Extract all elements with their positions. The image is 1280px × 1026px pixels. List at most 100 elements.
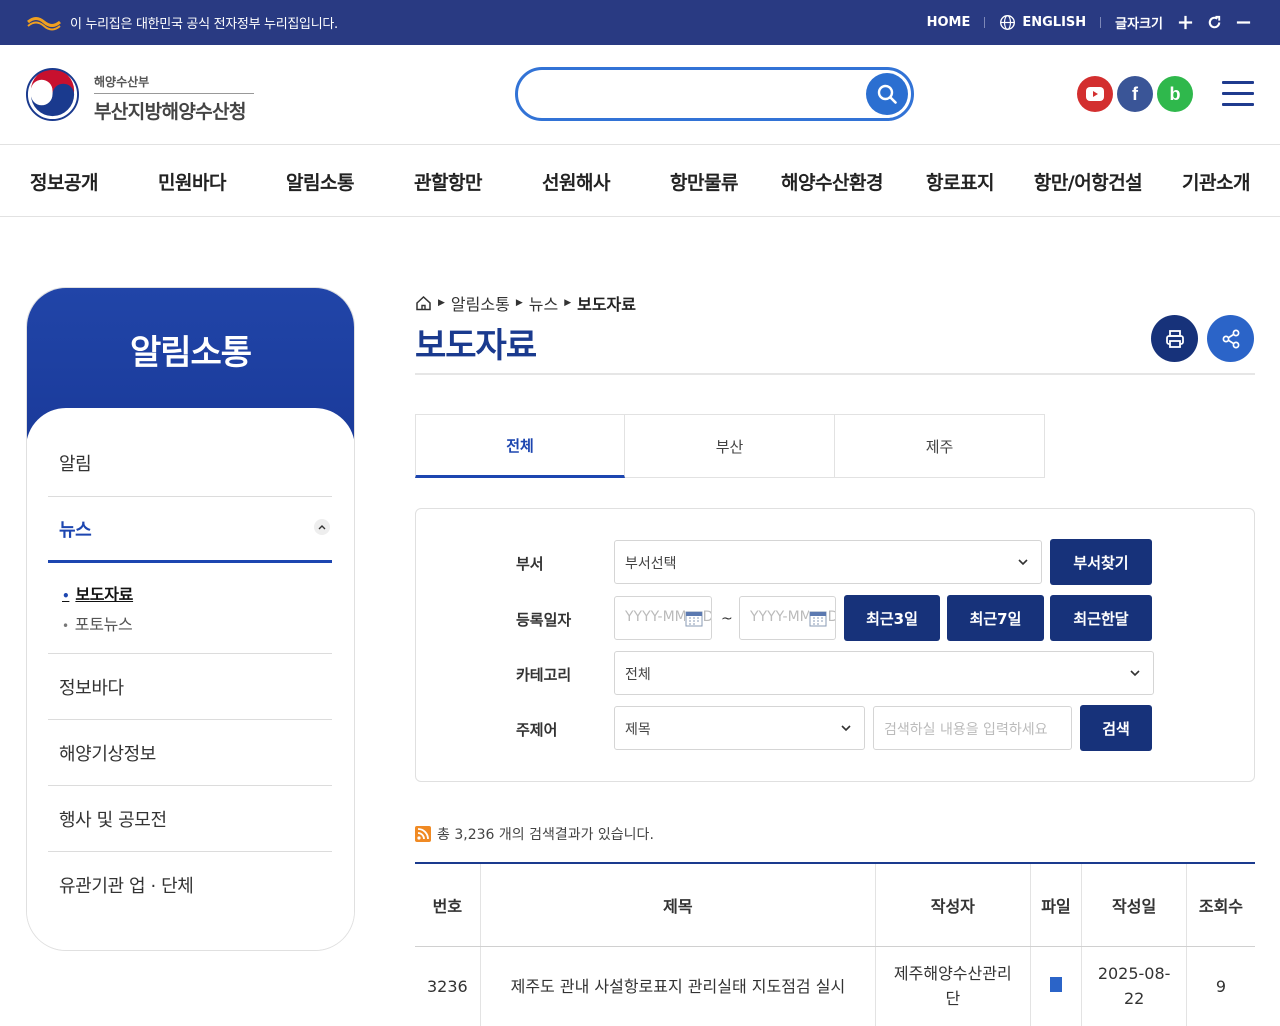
facebook-icon[interactable]: f xyxy=(1117,76,1153,112)
side-nav-item[interactable]: 유관기관 업 · 단체 xyxy=(48,872,332,918)
side-subnav-item[interactable]: • 보도자료 xyxy=(62,581,133,605)
column-header: 작성자 xyxy=(875,862,1031,947)
side-subnav-label: 보도자료 xyxy=(75,585,134,604)
site-search-input[interactable] xyxy=(515,67,914,121)
globe-icon xyxy=(1000,15,1016,30)
english-link[interactable]: ENGLISH xyxy=(1022,15,1086,30)
category-select[interactable]: 전체 xyxy=(614,651,1154,695)
divider xyxy=(1100,17,1102,28)
reset-icon[interactable] xyxy=(1206,14,1223,31)
dept-select[interactable]: 부서선택 xyxy=(614,540,1042,584)
hamburger-menu-icon[interactable] xyxy=(1222,81,1254,107)
side-nav-item[interactable]: 알림 xyxy=(48,450,332,497)
blog-icon[interactable]: b xyxy=(1157,76,1193,112)
row-date: 2025-08-22 xyxy=(1081,946,1187,1026)
keyword-field-value: 제목 xyxy=(625,722,651,738)
row-views: 9 xyxy=(1215,976,1227,996)
breadcrumb-arrow-icon: ▶ xyxy=(515,298,523,308)
end-date-input[interactable]: YYYY-MM-DD xyxy=(739,596,836,640)
taegeuk-logo-icon[interactable] xyxy=(25,67,80,122)
divider xyxy=(984,17,986,28)
breadcrumb-item[interactable]: 알림소통 xyxy=(451,291,510,315)
utility-menu: HOME ENGLISH 글자크기 xyxy=(927,0,1252,45)
gnb-item[interactable]: 항만/어항건설 xyxy=(1034,168,1143,195)
column-header: 파일 xyxy=(1030,862,1083,947)
gnb-item[interactable]: 해양수산환경 xyxy=(781,168,883,195)
side-nav-body: 알림 뉴스 • 보도자료 • 포토뉴스 정보바다 해양기상정보 행사 및 공모전 유… xyxy=(27,408,354,950)
gnb-item[interactable]: 항만물류 xyxy=(670,168,738,195)
divider xyxy=(48,653,332,654)
attachment-icon[interactable] xyxy=(1049,976,1062,992)
dept-select-value: 부서선택 xyxy=(625,556,677,572)
share-icon xyxy=(1222,329,1239,348)
breadcrumb-arrow-icon: ▶ xyxy=(564,298,572,308)
tab-all[interactable]: 전체 xyxy=(415,414,625,478)
gnb-item[interactable]: 정보공개 xyxy=(30,168,98,195)
main-navigation: 정보공개 민원바다 알림소통 관할항만 선원해사 항만물류 해양수산환경 항로표… xyxy=(0,146,1280,217)
tab-jeju[interactable]: 제주 xyxy=(835,414,1045,478)
divider xyxy=(415,373,1255,375)
recent-3days-button[interactable]: 최근3일 xyxy=(844,595,940,641)
side-nav-item[interactable]: 정보바다 xyxy=(48,674,332,720)
print-button[interactable] xyxy=(1151,315,1198,362)
calendar-icon[interactable] xyxy=(685,609,703,627)
side-subnav-item[interactable]: • 포토뉴스 xyxy=(62,611,133,635)
dept-label: 부서 xyxy=(516,555,544,573)
gnb-item[interactable]: 알림소통 xyxy=(286,168,354,195)
font-size-controls xyxy=(1177,14,1252,31)
gnb-item[interactable]: 기관소개 xyxy=(1182,168,1250,195)
recent-month-button[interactable]: 최근한달 xyxy=(1050,595,1152,641)
press-release-table: 번호 제목 작성자 파일 작성일 조회수 3236 제주도 관내 사설항로표지 … xyxy=(415,862,1255,1026)
row-title-link[interactable]: 제주도 관내 사설항로표지 관리실태 지도점검 실시 xyxy=(480,946,877,1026)
font-size-label: 글자크기 xyxy=(1115,17,1163,32)
calendar-icon[interactable] xyxy=(809,609,827,627)
chevron-up-icon[interactable] xyxy=(314,519,330,535)
table-row[interactable]: 3236 제주도 관내 사설항로표지 관리실태 지도점검 실시 제주해양수산관리… xyxy=(415,946,1255,1026)
keyword-input[interactable]: 검색하실 내용을 입력하세요 xyxy=(873,706,1072,750)
plus-icon[interactable] xyxy=(1177,14,1194,31)
gov-emblem-icon xyxy=(27,17,61,31)
printer-icon xyxy=(1165,329,1184,348)
social-links: f b xyxy=(1077,76,1193,112)
date-range-separator: ~ xyxy=(721,611,733,627)
result-count: 총 3,236 개의 검색결과가 있습니다. xyxy=(415,824,654,844)
search-button[interactable] xyxy=(866,73,908,115)
category-select-value: 전체 xyxy=(625,667,651,683)
gnb-item[interactable]: 관할항만 xyxy=(414,168,482,195)
rss-icon[interactable] xyxy=(415,826,431,842)
gov-banner: 이 누리집은 대한민국 공식 전자정부 누리집입니다. HOME ENGLISH… xyxy=(0,0,1280,45)
side-nav-item-news[interactable]: 뉴스 xyxy=(48,516,332,563)
dept-search-button[interactable]: 부서찾기 xyxy=(1050,539,1152,585)
recent-7days-button[interactable]: 최근7일 xyxy=(947,595,1044,641)
row-number: 3236 xyxy=(415,946,481,1026)
keyword-field-select[interactable]: 제목 xyxy=(614,706,865,750)
column-header: 작성일 xyxy=(1081,862,1187,947)
column-header: 번호 xyxy=(415,862,481,947)
share-button[interactable] xyxy=(1207,315,1254,362)
tab-busan[interactable]: 부산 xyxy=(625,414,835,478)
gov-notice-text: 이 누리집은 대한민국 공식 전자정부 누리집입니다. xyxy=(70,17,338,32)
breadcrumb-current: 보도자료 xyxy=(577,295,636,314)
table-header-row: 번호 제목 작성자 파일 작성일 조회수 xyxy=(415,862,1255,947)
date-label: 등록일자 xyxy=(516,611,572,629)
search-filter-panel: 부서 부서선택 부서찾기 등록일자 YYYY-MM-DD ~ YYYY-MM-D… xyxy=(415,508,1255,782)
home-link[interactable]: HOME xyxy=(927,15,971,30)
home-icon[interactable] xyxy=(415,295,432,311)
gnb-item[interactable]: 선원해사 xyxy=(542,168,610,195)
minus-icon[interactable] xyxy=(1235,14,1252,31)
column-header: 조회수 xyxy=(1186,862,1255,947)
side-nav-item[interactable]: 해양기상정보 xyxy=(48,740,332,786)
side-nav-label: 뉴스 xyxy=(59,520,92,541)
agency-logo-text[interactable]: 해양수산부 부산지방해양수산청 xyxy=(94,73,254,124)
start-date-input[interactable]: YYYY-MM-DD xyxy=(614,596,712,640)
search-submit-button[interactable]: 검색 xyxy=(1080,705,1152,751)
breadcrumb-item[interactable]: 뉴스 xyxy=(529,291,558,315)
youtube-icon[interactable] xyxy=(1077,76,1113,112)
gnb-item[interactable]: 항로표지 xyxy=(926,168,994,195)
gnb-item[interactable]: 민원바다 xyxy=(158,168,226,195)
agency-name: 부산지방해양수산청 xyxy=(94,101,247,123)
region-tabs: 전체 부산 제주 xyxy=(415,414,1045,478)
row-file xyxy=(1030,946,1083,1026)
category-label: 카테고리 xyxy=(516,666,572,684)
side-nav-item[interactable]: 행사 및 공모전 xyxy=(48,806,332,852)
